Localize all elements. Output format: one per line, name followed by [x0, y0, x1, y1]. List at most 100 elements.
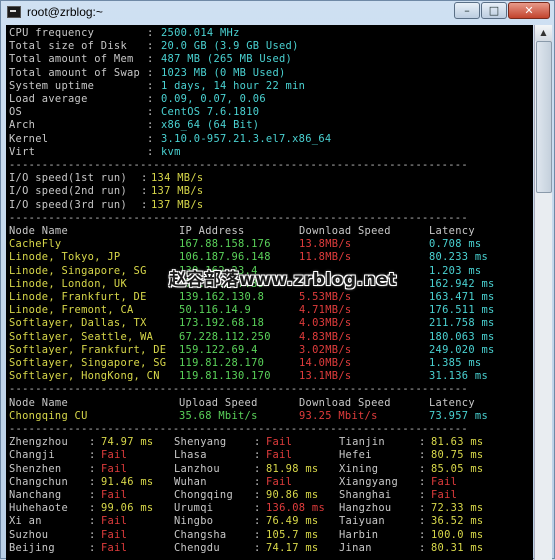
sysinfo-label: Load average	[9, 93, 88, 105]
download-speed: 4.71MB/s	[299, 304, 352, 317]
io-value: 137 MB/s	[151, 185, 204, 198]
ip-address: 139.162.130.8	[179, 291, 265, 303]
colon: :	[419, 436, 426, 449]
colon: :	[89, 515, 96, 528]
ping-value: Fail	[101, 449, 128, 462]
ip-address: 50.116.14.9	[179, 304, 252, 317]
io-label: I/O speed(2nd run)	[9, 185, 128, 198]
close-button[interactable]: ✕	[508, 2, 550, 19]
colon: :	[419, 449, 426, 462]
scrollbar-thumb[interactable]	[536, 41, 552, 193]
colon: :	[419, 502, 426, 515]
terminal-window: root@zrblog:~ – □ ✕ CPU frequency:2500.0…	[0, 0, 555, 560]
ping-city: Changsha	[174, 528, 227, 541]
ping-value: 100.0 ms	[431, 528, 484, 541]
ping-city: Shanghai	[339, 489, 392, 501]
separator: ----------------------------------------…	[9, 211, 468, 224]
node-name: Softlayer, Dallas, TX	[9, 317, 147, 330]
io-label: I/O speed(3rd run)	[9, 198, 128, 211]
latency: 176.511 ms	[429, 304, 495, 317]
colon: :	[254, 436, 261, 449]
column-header: Latency	[429, 396, 475, 409]
colon: :	[254, 475, 261, 488]
ping-city: Urumqi	[174, 502, 214, 515]
column-header: Node Name	[9, 225, 69, 237]
ping-value: 80.75 ms	[431, 449, 484, 462]
ping-value: Fail	[101, 515, 128, 528]
colon: :	[254, 489, 261, 501]
latency: 1.385 ms	[429, 357, 482, 369]
ip-address: 106.187.96.148	[179, 251, 271, 264]
ip-address: 173.192.68.18	[179, 317, 265, 330]
ping-value: 81.63 ms	[431, 436, 484, 449]
ping-city: Chengdu	[174, 541, 220, 554]
ping-value: Fail	[266, 449, 293, 462]
node-name: Linode, Tokyo, JP	[9, 251, 121, 264]
ping-value: 85.05 ms	[431, 462, 484, 475]
scroll-up-arrow-icon[interactable]: ▲	[535, 25, 552, 41]
colon: :	[89, 475, 96, 488]
colon: :	[147, 66, 154, 79]
ping-value: 74.17 ms	[266, 541, 319, 554]
download-speed: 5.53MB/s	[299, 291, 352, 303]
title-bar[interactable]: root@zrblog:~ – □ ✕	[1, 1, 554, 23]
latency: 211.758 ms	[429, 317, 495, 330]
sysinfo-value: 2500.014 MHz	[161, 27, 240, 39]
node-name: Linode, Fremont, CA	[9, 304, 134, 317]
colon: :	[254, 502, 261, 515]
latency: 162.942 ms	[429, 277, 495, 290]
sysinfo-label: Virt	[9, 145, 36, 158]
download-speed: 4.03MB/s	[299, 317, 352, 330]
column-header: Download Speed	[299, 225, 391, 237]
node-name: Softlayer, Singapore, SG	[9, 357, 167, 369]
sysinfo-value: 1023 MB (0 MB Used)	[161, 66, 286, 79]
io-label: I/O speed(1st run)	[9, 172, 128, 185]
colon: :	[89, 462, 96, 475]
ping-city: Nanchang	[9, 489, 62, 501]
latency: 80.233 ms	[429, 251, 489, 264]
ping-city: Lanzhou	[174, 462, 220, 475]
colon: :	[147, 119, 154, 132]
terminal-output[interactable]: CPU frequency:2500.014 MHz Total size of …	[6, 25, 533, 560]
node-name: Softlayer, Frankfurt, DE	[9, 343, 167, 356]
latency: 180.063 ms	[429, 330, 495, 343]
ping-city: Hefei	[339, 449, 372, 462]
ping-value: 81.98 ms	[266, 462, 319, 475]
sysinfo-value: x86_64 (64 Bit)	[161, 119, 260, 132]
ping-city: Chongqing	[174, 489, 234, 501]
vertical-scrollbar[interactable]: ▲	[534, 25, 552, 560]
terminal-icon	[7, 6, 21, 18]
ping-value: 136.08 ms	[266, 502, 326, 515]
colon: :	[254, 541, 261, 554]
ping-value: 105.7 ms	[266, 528, 319, 541]
colon: :	[254, 449, 261, 462]
ping-value: 99.06 ms	[101, 502, 154, 515]
sysinfo-label: Total amount of Mem	[9, 53, 134, 66]
colon: :	[419, 528, 426, 541]
colon: :	[147, 106, 154, 119]
colon: :	[147, 53, 154, 66]
ping-city: Huhehaote	[9, 502, 69, 515]
ping-value: Fail	[101, 541, 128, 554]
ping-city: Wuhan	[174, 475, 207, 488]
colon: :	[419, 489, 426, 501]
node-name: Chongqing CU	[9, 409, 88, 422]
ip-address: 119.81.28.170	[179, 357, 265, 369]
ping-city: Ningbo	[174, 515, 214, 528]
ping-city: Xi an	[9, 515, 42, 528]
node-name: Softlayer, Seattle, WA	[9, 330, 154, 343]
sysinfo-label: Total size of Disk	[9, 40, 128, 53]
latency: 249.020 ms	[429, 343, 495, 356]
column-header: Upload Speed	[179, 396, 258, 409]
colon: :	[89, 489, 96, 501]
colon: :	[147, 132, 154, 145]
sysinfo-value: 487 MB (265 MB Used)	[161, 53, 293, 66]
maximize-button[interactable]: □	[481, 2, 507, 19]
download-speed: 13.8MB/s	[299, 238, 352, 251]
latency: 1.203 ms	[429, 264, 482, 277]
colon: :	[254, 528, 261, 541]
minimize-button[interactable]: –	[454, 2, 480, 19]
window-controls: – □ ✕	[453, 2, 550, 19]
sysinfo-value: kvm	[161, 145, 181, 158]
sysinfo-label: Kernel	[9, 132, 49, 145]
